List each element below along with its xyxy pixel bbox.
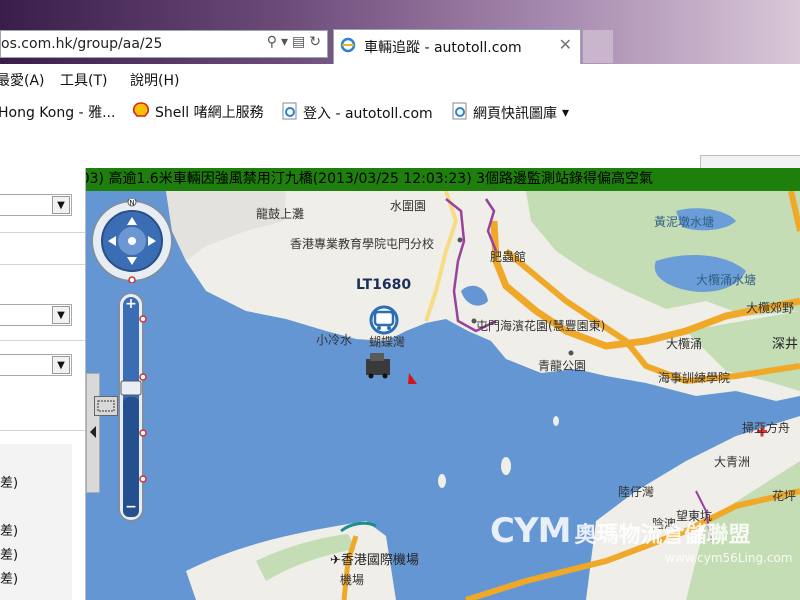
- compat-view-icon[interactable]: ▤: [292, 34, 305, 50]
- ie-page-icon: [282, 102, 298, 124]
- map-label: 香港專業教育學院屯門分校: [290, 237, 435, 251]
- search-icon[interactable]: ⚲: [267, 34, 277, 50]
- layer-select-icon[interactable]: [94, 396, 118, 416]
- favorite-yahoo[interactable]: Hong Kong - 雅...: [0, 102, 115, 122]
- map-label: 陸仔灣: [618, 485, 655, 499]
- map-label: 小冷水: [316, 333, 353, 347]
- favorite-shell[interactable]: Shell 啫網上服務: [132, 102, 264, 122]
- watermark-url: www.cym56Ling.com: [665, 551, 793, 565]
- new-tab-button[interactable]: [583, 30, 613, 63]
- divider: [0, 340, 85, 341]
- islet: [553, 416, 559, 426]
- browser-titlebar: os.com.hk/group/aa/25 ⚲ ▾ ▤ ↻ 車輛追蹤 - aut…: [0, 0, 800, 64]
- chevron-down-icon[interactable]: ▼: [52, 356, 70, 374]
- tab-title: 車輛追蹤 - autotoll.com: [364, 40, 522, 56]
- panel-collapse-toggle[interactable]: [86, 373, 100, 493]
- shell-icon: [132, 102, 150, 122]
- zoom-in-button[interactable]: +: [123, 296, 139, 312]
- watermark-title: 奧瑪物流倉儲聯盟: [574, 523, 751, 548]
- map-label: 蝴蝶灣: [369, 335, 406, 349]
- ie-page-icon: [340, 37, 356, 57]
- address-bar[interactable]: os.com.hk/group/aa/25 ⚲ ▾ ▤ ↻: [0, 30, 328, 58]
- favorite-autotoll-login[interactable]: 登入 - autotoll.com: [282, 102, 433, 124]
- map-label: 機場: [340, 573, 365, 587]
- map-label: 水圍園: [390, 199, 427, 213]
- status-list: 差) 差) 差) 差): [0, 444, 72, 600]
- menu-favorites[interactable]: 最愛(A): [0, 70, 45, 90]
- refresh-icon[interactable]: ↻: [309, 34, 321, 50]
- filter-select-2[interactable]: ▼: [0, 304, 72, 326]
- close-tab-icon[interactable]: ✕: [559, 35, 572, 54]
- map-label: 大青洲: [714, 455, 751, 469]
- map-label: 大欖涌: [666, 337, 703, 351]
- menu-bar: 最愛(A) 工具(T) 說明(H): [0, 64, 800, 94]
- map-label: 深井: [772, 337, 799, 352]
- divider: [0, 232, 85, 233]
- divider: [0, 264, 85, 265]
- favorite-label: Shell 啫網上服務: [155, 105, 264, 121]
- filter-select-3[interactable]: ▼: [0, 354, 72, 376]
- map-label: 肥蟲館: [490, 250, 527, 264]
- vehicle-plate-label[interactable]: LT1680: [356, 277, 411, 293]
- map-label: 大欖郊野: [746, 301, 795, 315]
- menu-tools[interactable]: 工具(T): [60, 70, 107, 90]
- watermark: CYM 奧瑪物流倉儲聯盟 www.cym56Ling.com: [490, 511, 793, 565]
- chevron-down-icon[interactable]: ▾: [562, 105, 569, 121]
- map-label: 青龍公園: [538, 359, 587, 373]
- favorite-label: 登入 - autotoll.com: [303, 106, 433, 122]
- list-item[interactable]: 差): [0, 472, 18, 491]
- ie-page-icon: [452, 102, 468, 124]
- chevron-down-icon[interactable]: ▼: [52, 306, 70, 324]
- islet: [438, 474, 446, 488]
- traffic-news-marquee: :03) 高逾1.6米車輛因強風禁用汀九橋(2013/03/25 12:03:2…: [86, 168, 800, 191]
- marquee-text: :03) 高逾1.6米車輛因強風禁用汀九橋(2013/03/25 12:03:2…: [86, 171, 654, 187]
- left-panel: ▼ ▼ ▼ 差) 差) 差) 差): [0, 168, 86, 600]
- filter-select-1[interactable]: ▼: [0, 194, 72, 216]
- favorite-label: Hong Kong - 雅...: [0, 105, 116, 121]
- list-item[interactable]: 差): [0, 568, 18, 587]
- favorite-label: 網頁快訊圖庫: [473, 106, 557, 122]
- zoom-handle[interactable]: [120, 380, 142, 396]
- map-label: 龍鼓上灘: [256, 207, 305, 221]
- map-label: 掃亞方舟: [742, 421, 791, 435]
- browser-tab[interactable]: 車輛追蹤 - autotoll.com ✕: [333, 29, 581, 64]
- map-label: 大欖涌水塘: [696, 273, 757, 287]
- menu-help[interactable]: 說明(H): [130, 70, 179, 90]
- divider: [0, 430, 85, 431]
- svg-text:N: N: [129, 199, 134, 207]
- map-label: ✈香港國際機場: [330, 553, 419, 568]
- watermark-logo: CYM: [490, 511, 571, 551]
- list-item[interactable]: 差): [0, 544, 18, 563]
- poi-dot: [457, 237, 463, 243]
- favorites-bar: Hong Kong - 雅... Shell 啫網上服務 登入 - autoto…: [0, 94, 800, 129]
- dropdown-arrow-icon[interactable]: ▾: [281, 34, 288, 50]
- poi-dot: [568, 350, 574, 356]
- map-label: 海事訓練學院: [658, 371, 731, 385]
- chevron-down-icon[interactable]: ▼: [52, 196, 70, 214]
- page-header-area: [0, 128, 800, 168]
- favorite-web-slice-gallery[interactable]: 網頁快訊圖庫 ▾: [452, 102, 569, 124]
- pan-control[interactable]: N: [90, 199, 174, 283]
- chevron-left-icon[interactable]: [90, 426, 96, 438]
- list-item[interactable]: 差): [0, 520, 18, 539]
- map-label: 屯門海濱花園(慧豐園東): [476, 319, 606, 333]
- address-url[interactable]: os.com.hk/group/aa/25: [1, 36, 162, 52]
- zoom-out-button[interactable]: −: [123, 499, 139, 515]
- vehicle-marker[interactable]: [369, 305, 399, 335]
- map-label: 黃泥墩水塘: [654, 215, 715, 229]
- map-label: 花坪: [772, 489, 797, 503]
- zoom-slider[interactable]: + −: [116, 293, 147, 523]
- islet: [501, 457, 511, 475]
- map-view[interactable]: 龍鼓上灘 水圍園香港專業教育學院屯門分校肥蟲館小冷水 蝴蝶灣 屯門海濱花園(慧豐園東)…: [86, 191, 800, 600]
